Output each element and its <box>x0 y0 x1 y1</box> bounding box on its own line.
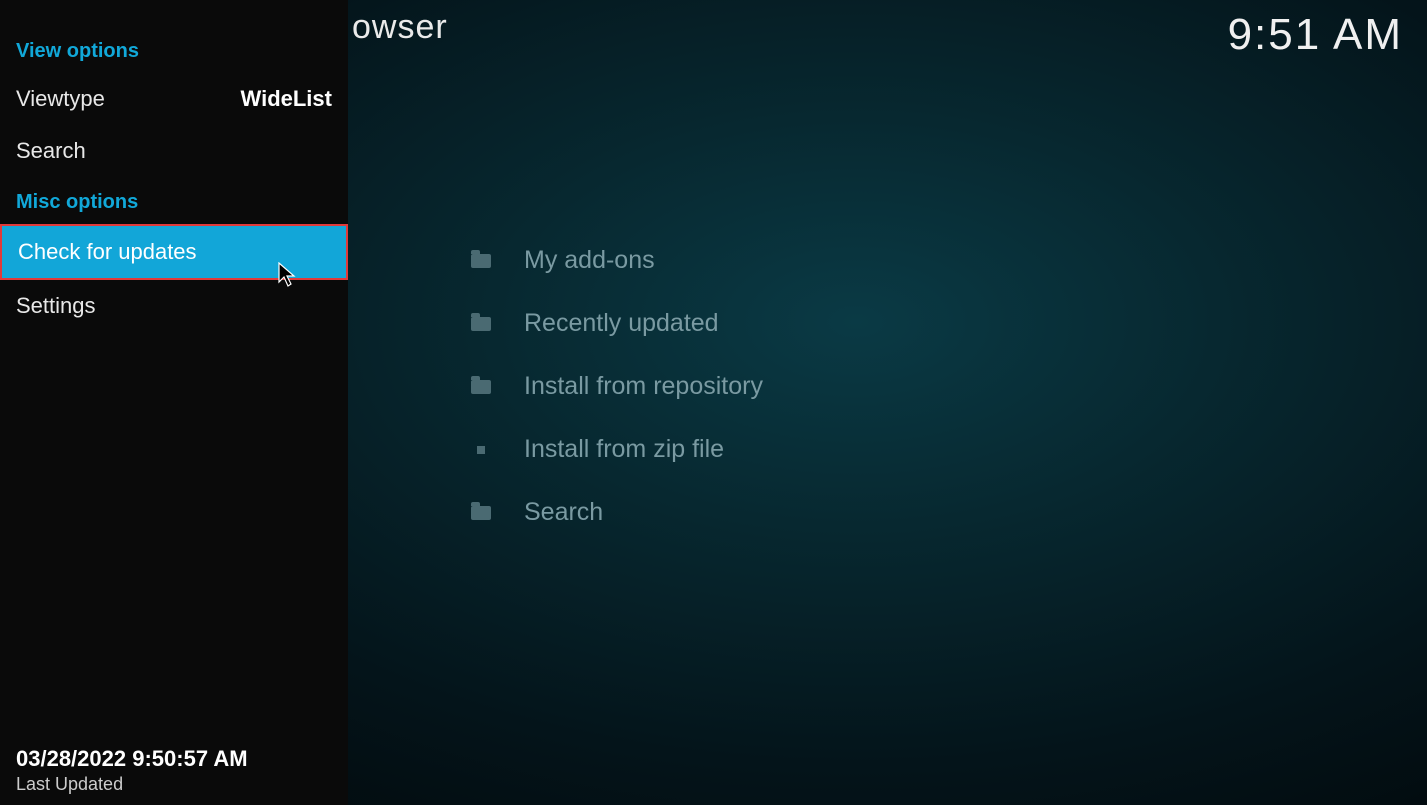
folder-icon <box>470 380 492 394</box>
search-label: Search <box>16 138 86 164</box>
folder-icon <box>470 317 492 331</box>
check-for-updates-row[interactable]: Check for updates <box>0 224 348 280</box>
settings-row[interactable]: Settings <box>0 280 348 332</box>
folder-icon <box>470 254 492 268</box>
list-item-install-zip[interactable]: Install from zip file <box>470 435 763 464</box>
list-item-label: My add-ons <box>524 246 655 275</box>
zip-icon <box>470 446 492 454</box>
list-item-label: Search <box>524 498 603 527</box>
list-item-my-addons[interactable]: My add-ons <box>470 246 763 275</box>
folder-icon <box>470 506 492 520</box>
main-area: owser 9:51 AM My add-ons Recently update… <box>348 0 1427 805</box>
list-item-search[interactable]: Search <box>470 498 763 527</box>
viewtype-label: Viewtype <box>16 86 105 112</box>
list-item-label: Install from repository <box>524 372 763 401</box>
viewtype-value: WideList <box>241 86 332 112</box>
settings-label: Settings <box>16 293 96 319</box>
check-for-updates-label: Check for updates <box>18 239 197 265</box>
sidebar-footer: 03/28/2022 9:50:57 AM Last Updated <box>16 746 248 795</box>
clock: 9:51 AM <box>1228 10 1403 60</box>
list-item-label: Recently updated <box>524 309 719 338</box>
list-item-label: Install from zip file <box>524 435 724 464</box>
list-item-recently-updated[interactable]: Recently updated <box>470 309 763 338</box>
addon-list: My add-ons Recently updated Install from… <box>470 246 763 561</box>
view-options-header: View options <box>0 0 348 73</box>
search-row[interactable]: Search <box>0 125 348 177</box>
misc-options-header: Misc options <box>0 177 348 224</box>
footer-last-updated-label: Last Updated <box>16 774 248 795</box>
viewtype-row[interactable]: Viewtype WideList <box>0 73 348 125</box>
page-title-partial: owser <box>352 8 448 47</box>
options-sidebar: View options Viewtype WideList Search Mi… <box>0 0 348 805</box>
footer-datetime: 03/28/2022 9:50:57 AM <box>16 746 248 772</box>
list-item-install-repository[interactable]: Install from repository <box>470 372 763 401</box>
